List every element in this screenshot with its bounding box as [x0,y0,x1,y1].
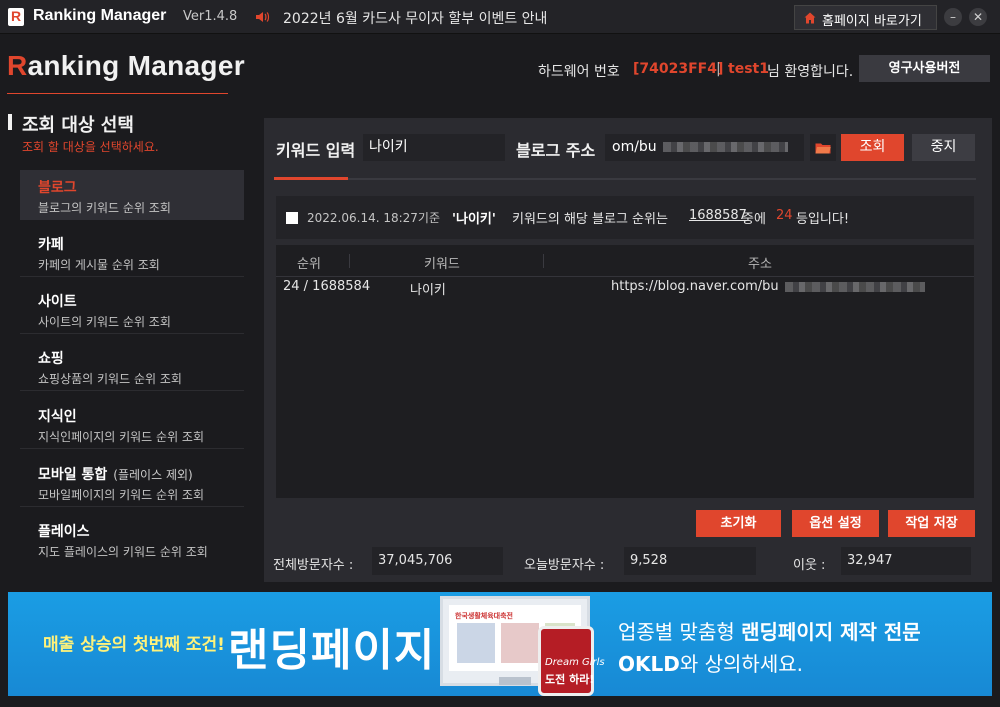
sidebar-item-note: (플레이스 제외) [113,468,193,482]
stop-button[interactable]: 중지 [912,134,975,161]
sidebar-title-marker [8,114,12,130]
banner-text-line2: OKLD와 상의하세요. [618,652,803,676]
folder-icon [815,143,831,154]
active-tab-indicator [274,177,348,180]
user-id: test1 [728,61,769,77]
phone-text: 도전 하라! [545,673,595,686]
sidebar-item-title: 쇼핑 [38,351,64,367]
sidebar-item-title: 지식인 [38,409,77,425]
ad-banner[interactable]: 매출 상승의 첫번째 조건! 랜딩페이지 한국생활체육대축전 Dream Gir… [8,592,992,696]
hardware-number-value: [74023FF4] [633,61,724,77]
result-text: 중에 [742,212,766,227]
sidebar-item-desc: 쇼핑상품의 키워드 순위 조회 [38,372,182,386]
blog-address-value: om/bu [612,139,657,155]
redacted-text [662,142,788,152]
table-cell-url: https://blog.naver.com/bu [611,279,925,294]
homepage-button[interactable]: 홈페이지 바로가기 [794,5,937,30]
result-timestamp: 2022.06.14. 18:27기준 [307,211,440,225]
notice-link[interactable]: 2022년 6월 카드사 무이자 할부 이벤트 안내 [283,8,547,28]
open-folder-button[interactable] [810,134,836,161]
welcome-text: 님 환영합니다. [767,64,854,80]
sidebar-item-desc: 지도 플레이스의 키워드 순위 조회 [38,545,208,559]
monitor-stand [499,677,531,685]
today-visitors-label: 오늘방문자수 : [524,558,605,573]
result-text: 등입니다! [796,212,850,227]
reset-button[interactable]: 초기화 [696,510,781,537]
sidebar-item-title: 블로그 [38,180,77,196]
banner-text-line1: 업종별 맞춤형 랜딩페이지 제작 전문 [618,620,921,644]
phone-text: Dream Girls [545,657,605,668]
total-visitors-label: 전체방문자수 : [273,558,354,573]
sidebar-item-desc: 지식인페이지의 키워드 순위 조회 [38,430,205,444]
result-rank: 24 [776,208,793,223]
brand-logo: Ranking Manager [7,50,245,81]
neighbors-value: 32,947 [841,547,971,575]
keyword-label: 키워드 입력 [276,141,356,160]
blog-address-label: 블로그 주소 [516,141,596,160]
blog-address-input[interactable]: om/bu [605,134,804,161]
column-header-rank: 순위 [297,257,321,272]
search-button[interactable]: 조회 [841,134,904,161]
app-logo-icon: R [8,8,24,26]
today-visitors-value: 9,528 [624,547,756,575]
save-work-button[interactable]: 작업 저장 [888,510,975,537]
table-cell-keyword: 나이키 [410,283,446,298]
sidebar-item-kin[interactable]: 지식인 지식인페이지의 키워드 순위 조회 [20,399,244,449]
sidebar-item-desc: 모바일페이지의 키워드 순위 조회 [38,488,205,502]
total-visitors-value: 37,045,706 [372,547,503,575]
redacted-text [784,281,925,292]
column-header-url: 주소 [748,257,772,272]
sidebar-item-mobile[interactable]: 모바일 통합 (플레이스 제외) 모바일페이지의 키워드 순위 조회 [20,457,244,507]
sidebar-item-title: 사이트 [38,294,77,310]
sidebar-subtitle: 조회 할 대상을 선택하세요. [22,140,159,154]
banner-phone-image: Dream Girls 도전 하라! [538,626,605,696]
column-separator [349,254,350,268]
speaker-icon [256,12,270,22]
banner-thumb [457,623,495,663]
title-bar: R Ranking Manager Ver1.4.8 2022년 6월 카드사 … [0,0,1000,34]
app-version: Ver1.4.8 [183,9,238,24]
result-text: 키워드의 해당 블로그 순위는 [512,212,668,227]
sidebar-item-place[interactable]: 플레이스 지도 플레이스의 키워드 순위 조회 [20,514,244,564]
header-separator: | [716,61,721,77]
sidebar-item-desc: 블로그의 키워드 순위 조회 [38,201,171,215]
options-button[interactable]: 옵션 설정 [792,510,879,537]
tab-divider [274,178,976,180]
banner-title: 랜딩페이지 [228,625,436,676]
sidebar-item-cafe[interactable]: 카페 카페의 게시물 순위 조회 [20,227,244,277]
sidebar-item-title: 카페 [38,237,64,253]
sidebar-item-title: 플레이스 [38,524,90,540]
sidebar-item-desc: 사이트의 키워드 순위 조회 [38,315,171,329]
app-title: Ranking Manager [33,7,167,24]
table-cell-rank: 24 / 1688584 [283,279,371,294]
column-header-keyword: 키워드 [424,257,460,272]
sidebar-item-shopping[interactable]: 쇼핑 쇼핑상품의 키워드 순위 조회 [20,341,244,391]
keyword-input[interactable]: 나이키 [363,134,505,161]
result-keyword: '나이키' [452,212,496,227]
hardware-number-label: 하드웨어 번호 [538,64,620,80]
sidebar-item-site[interactable]: 사이트 사이트의 키워드 순위 조회 [20,284,244,334]
result-checkbox[interactable] [286,212,298,224]
sidebar-item-blog[interactable]: 블로그 블로그의 키워드 순위 조회 [20,170,244,220]
sidebar-item-title: 모바일 통합 (플레이스 제외) [38,467,193,483]
column-separator [543,254,544,268]
neighbors-label: 이웃 : [793,558,826,573]
result-total: 1688587 [689,208,747,223]
home-icon [804,12,816,24]
banner-screen-header: 한국생활체육대축전 [455,612,513,620]
sidebar-item-desc: 카페의 게시물 순위 조회 [38,258,160,272]
permanent-version-button[interactable]: 영구사용버전 [859,55,990,82]
table-header-line [276,276,974,277]
minimize-button[interactable]: – [944,8,962,26]
banner-subtitle: 매출 상승의 첫번째 조건! [43,635,225,655]
homepage-button-label: 홈페이지 바로가기 [822,14,922,29]
sidebar-title: 조회 대상 선택 [22,115,134,136]
banner-thumb [501,623,539,663]
close-button[interactable]: ✕ [969,8,987,26]
brand-underline [7,93,228,94]
